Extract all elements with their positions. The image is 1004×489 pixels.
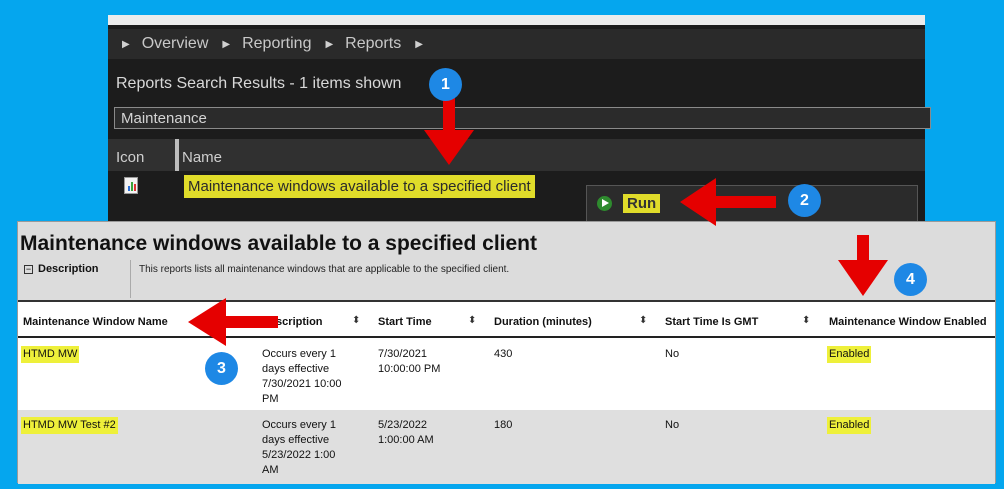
result-name[interactable]: Maintenance windows available to a speci… [184,175,535,198]
start-time-cell: 7/30/2021 10:00:00 PM [378,347,440,377]
run-icon[interactable] [597,196,612,211]
breadcrumb-overview[interactable]: Overview [142,35,209,53]
start-time-line: 1:00:00 AM [378,434,434,446]
column-header-enabled[interactable]: Maintenance Window Enabled [829,316,987,328]
column-divider[interactable] [175,139,179,171]
step-badge-2: 2 [788,184,821,217]
description-line: Occurs every 1 [262,348,336,360]
sort-icon[interactable]: ⬍ [468,315,476,326]
breadcrumb-reports[interactable]: Reports [345,35,401,53]
column-header-gmt[interactable]: Start Time Is GMT [665,316,758,328]
step-badge-4: 4 [894,263,927,296]
console-top-strip [108,15,925,25]
description-cell: Occurs every 1 days effective 5/23/2022 … [262,418,336,478]
description-text: This reports lists all maintenance windo… [139,264,510,275]
report-header-band: Maintenance windows available to a speci… [18,222,995,300]
report-title: Maintenance windows available to a speci… [20,232,537,255]
description-line: Occurs every 1 [262,419,336,431]
breadcrumb: ▶ Overview ▶ Reporting ▶ Reports ▶ [108,29,925,59]
divider [130,260,131,298]
description-cell: Occurs every 1 days effective 7/30/2021 … [262,347,342,407]
sort-icon[interactable]: ⬍ [352,315,360,326]
column-header-name[interactable]: Name [182,149,222,166]
chevron-right-icon[interactable]: ▶ [415,39,423,50]
chevron-right-icon: ▶ [325,38,334,50]
sort-icon[interactable]: ⬍ [639,315,647,326]
start-time-line: 10:00:00 PM [378,363,441,375]
report-viewer: Maintenance windows available to a speci… [17,221,996,484]
description-line: days effective [262,363,330,375]
start-time-line: 7/30/2021 [378,348,427,360]
column-header-start-time[interactable]: Start Time [378,316,432,328]
start-time-line: 5/23/2022 [378,419,427,431]
window-name-cell: HTMD MW [21,346,80,363]
enabled-cell: Enabled [827,417,872,434]
column-header-window-name[interactable]: Maintenance Window Name [23,316,168,328]
description-line: 7/30/2021 10:00 [262,378,342,390]
window-name-cell: HTMD MW Test #2 [21,417,118,434]
results-column-header: Icon Name [108,139,925,171]
start-time-cell: 5/23/2022 1:00:00 AM [378,418,434,448]
report-icon [124,177,138,194]
column-header-icon[interactable]: Icon [116,149,144,166]
description-line: PM [262,393,279,405]
chevron-right-icon: ▶ [222,38,231,50]
description-line: days effective [262,434,330,446]
breadcrumb-reporting[interactable]: Reporting [242,35,311,53]
gmt-cell: No [665,348,680,360]
step-badge-1: 1 [429,68,462,101]
chevron-right-icon: ▶ [122,38,130,50]
description-line: AM [262,464,279,476]
duration-cell: 180 [494,419,513,431]
description-label: Description [38,263,99,275]
enabled-cell: Enabled [827,346,872,363]
divider [18,300,995,302]
step-badge-3: 3 [205,352,238,385]
search-results-header: Reports Search Results - 1 items shown [116,75,402,92]
table-row: HTMD MW Test #2 Occurs every 1 days effe… [18,410,995,484]
table-row: HTMD MW Occurs every 1 days effective 7/… [18,338,995,410]
column-header-description[interactable]: Description [262,316,323,328]
search-input[interactable]: Maintenance [114,107,931,129]
description-line: 5/23/2022 1:00 [262,449,336,461]
collapse-icon[interactable]: − [24,265,33,274]
column-header-duration[interactable]: Duration (minutes) [494,316,592,328]
gmt-cell: No [665,419,680,431]
run-menu-item[interactable]: Run [623,194,661,213]
duration-cell: 430 [494,348,513,360]
sort-icon[interactable]: ⬍ [802,315,810,326]
